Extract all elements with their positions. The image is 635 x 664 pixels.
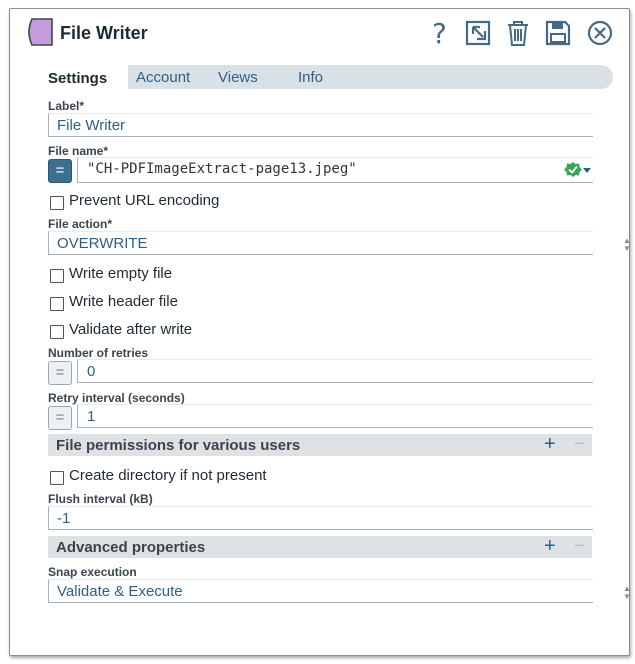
- tab-bar: Settings Account Views Info: [27, 65, 613, 91]
- file-permissions-title: File permissions for various users: [56, 437, 301, 454]
- tab-account[interactable]: Account: [136, 69, 190, 86]
- retries-field-label: Number of retries: [48, 346, 149, 360]
- prevent-url-encoding-checkbox[interactable]: [50, 196, 64, 210]
- snap-execution-field-label: Snap execution: [48, 565, 137, 579]
- write-empty-file-checkbox[interactable]: [50, 269, 64, 283]
- file-name-input[interactable]: "CH-PDFImageExtract-page13.jpeg": [77, 157, 593, 183]
- popout-icon[interactable]: [465, 19, 493, 47]
- snap-execution-select[interactable]: Validate & Execute ▲ ▼: [48, 579, 631, 603]
- file-action-field-label: File action*: [48, 217, 113, 231]
- file-writer-dialog: File Writer ? Settings Account Views Inf…: [9, 8, 631, 656]
- close-icon[interactable]: [586, 19, 614, 47]
- retries-expression-button[interactable]: =: [48, 361, 72, 385]
- retry-interval-field-label: Retry interval (seconds): [48, 391, 185, 405]
- label-input-value: File Writer: [57, 117, 126, 134]
- retry-interval-value: 1: [87, 408, 96, 425]
- label-field-label: Label*: [48, 99, 85, 113]
- write-empty-file-label: Write empty file: [69, 265, 173, 282]
- snap-type-icon: [28, 18, 53, 46]
- add-property-icon[interactable]: +: [544, 535, 556, 558]
- select-arrows-icon: ▲ ▼: [623, 584, 631, 601]
- retry-interval-expression-button[interactable]: =: [48, 406, 72, 430]
- advanced-properties-title: Advanced properties: [56, 539, 206, 556]
- advanced-properties-section: Advanced properties + −: [48, 535, 592, 558]
- help-icon[interactable]: ?: [426, 19, 454, 47]
- remove-property-icon[interactable]: −: [574, 535, 586, 558]
- retries-value: 0: [87, 363, 96, 380]
- tab-settings[interactable]: Settings: [27, 65, 128, 91]
- label-input[interactable]: File Writer: [48, 113, 593, 137]
- svg-text:?: ?: [432, 19, 447, 47]
- select-arrows-icon: ▲ ▼: [623, 236, 631, 253]
- tab-settings-label: Settings: [48, 70, 108, 87]
- validate-after-write-checkbox[interactable]: [50, 325, 64, 339]
- tab-views[interactable]: Views: [218, 69, 258, 86]
- write-header-file-checkbox[interactable]: [50, 297, 64, 311]
- valid-check-dropdown-icon[interactable]: [564, 161, 592, 179]
- dialog-title: File Writer: [60, 23, 148, 43]
- create-directory-label: Create directory if not present: [69, 467, 267, 484]
- trash-icon[interactable]: [504, 19, 532, 47]
- flush-interval-value: -1: [57, 510, 71, 527]
- retries-input[interactable]: 0: [77, 359, 593, 383]
- retry-interval-input[interactable]: 1: [77, 404, 593, 428]
- validate-after-write-label: Validate after write: [69, 321, 193, 338]
- file-name-value: "CH-PDFImageExtract-page13.jpeg": [87, 161, 357, 177]
- file-name-field-label: File name*: [48, 144, 109, 158]
- remove-row-icon[interactable]: −: [574, 433, 586, 456]
- flush-interval-field-label: Flush interval (kB): [48, 492, 153, 506]
- file-action-select[interactable]: OVERWRITE ▲ ▼: [48, 231, 631, 255]
- write-header-file-label: Write header file: [69, 293, 178, 310]
- prevent-url-encoding-label: Prevent URL encoding: [69, 192, 220, 209]
- file-action-value: OVERWRITE: [57, 235, 148, 252]
- save-icon[interactable]: [544, 19, 572, 47]
- add-row-icon[interactable]: +: [544, 433, 556, 456]
- snap-execution-value: Validate & Execute: [57, 583, 183, 600]
- file-permissions-section: File permissions for various users + −: [48, 433, 592, 456]
- create-directory-checkbox[interactable]: [50, 471, 64, 485]
- expression-toggle-button[interactable]: =: [48, 159, 72, 183]
- tab-info[interactable]: Info: [298, 69, 323, 86]
- flush-interval-input[interactable]: -1: [48, 506, 593, 530]
